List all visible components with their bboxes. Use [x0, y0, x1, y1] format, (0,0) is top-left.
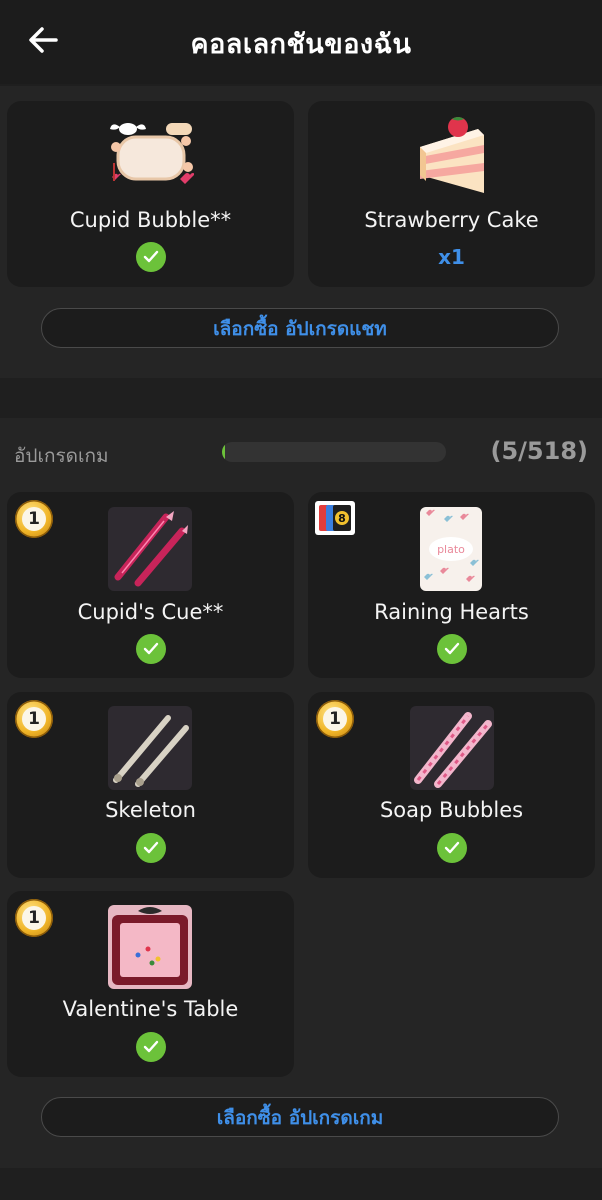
section-label: อัปเกรดเกม [14, 445, 109, 467]
valentines-table-image [108, 905, 192, 989]
pool-ball-badge-icon: 1 [15, 700, 53, 738]
owned-check-icon [136, 1032, 166, 1062]
game-upgrades-section: อัปเกรดเกม (5/518) 1 Cupid's Cue** 8 pla… [0, 418, 602, 1168]
buy-game-upgrades-button[interactable]: เลือกซื้อ อัปเกรดเกม [41, 1097, 559, 1137]
item-card-skeleton[interactable]: 1 Skeleton [7, 692, 294, 878]
item-name: Cupid's Cue** [77, 600, 224, 624]
item-card-valentines-table[interactable]: 1 Valentine's Table [7, 891, 294, 1077]
soap-bubbles-cue-image [410, 706, 494, 790]
progress-count: (5/518) [490, 437, 589, 465]
progress-bar-fill [222, 442, 226, 462]
item-quantity: x1 [438, 245, 465, 269]
item-name: Skeleton [105, 798, 196, 822]
cupid-bubble-image [108, 119, 195, 189]
skeleton-cue-image [108, 706, 192, 790]
item-card-cupids-cue[interactable]: 1 Cupid's Cue** [7, 492, 294, 678]
page-title: คอลเลกชันของฉัน [190, 29, 412, 60]
item-name: Strawberry Cake [364, 208, 539, 232]
progress-bar [222, 442, 446, 462]
buy-chat-upgrades-button[interactable]: เลือกซื้อ อัปเกรดแชท [41, 308, 559, 348]
owned-check-icon [437, 634, 467, 664]
owned-check-icon [136, 634, 166, 664]
item-card-cupid-bubble[interactable]: Cupid Bubble** [7, 101, 294, 287]
chat-upgrades-section: Cupid Bubble** Strawberry Cake x1 เลือกซ… [0, 86, 602, 378]
svg-text:plato: plato [437, 543, 465, 556]
item-name: Soap Bubbles [379, 798, 524, 822]
item-card-raining-hearts[interactable]: 8 plato Raining Hearts [308, 492, 595, 678]
owned-check-icon [136, 242, 166, 272]
svg-text:8: 8 [338, 512, 346, 525]
cupids-cue-image [108, 507, 192, 591]
uno-cards-icon: 8 [314, 500, 356, 536]
item-card-strawberry-cake[interactable]: Strawberry Cake x1 [308, 101, 595, 287]
item-name: Raining Hearts [374, 600, 529, 624]
pool-ball-badge-icon: 1 [316, 700, 354, 738]
raining-hearts-image: plato [420, 507, 482, 591]
owned-check-icon [437, 833, 467, 863]
strawberry-cake-image [418, 113, 486, 199]
top-bar: คอลเลกชันของฉัน [0, 0, 602, 84]
item-name: Cupid Bubble** [69, 208, 232, 232]
item-name: Valentine's Table [62, 997, 239, 1021]
pool-ball-badge-icon: 1 [15, 899, 53, 937]
item-card-soap-bubbles[interactable]: 1 Soap Bubbles [308, 692, 595, 878]
owned-check-icon [136, 833, 166, 863]
pool-ball-badge-icon: 1 [15, 500, 53, 538]
